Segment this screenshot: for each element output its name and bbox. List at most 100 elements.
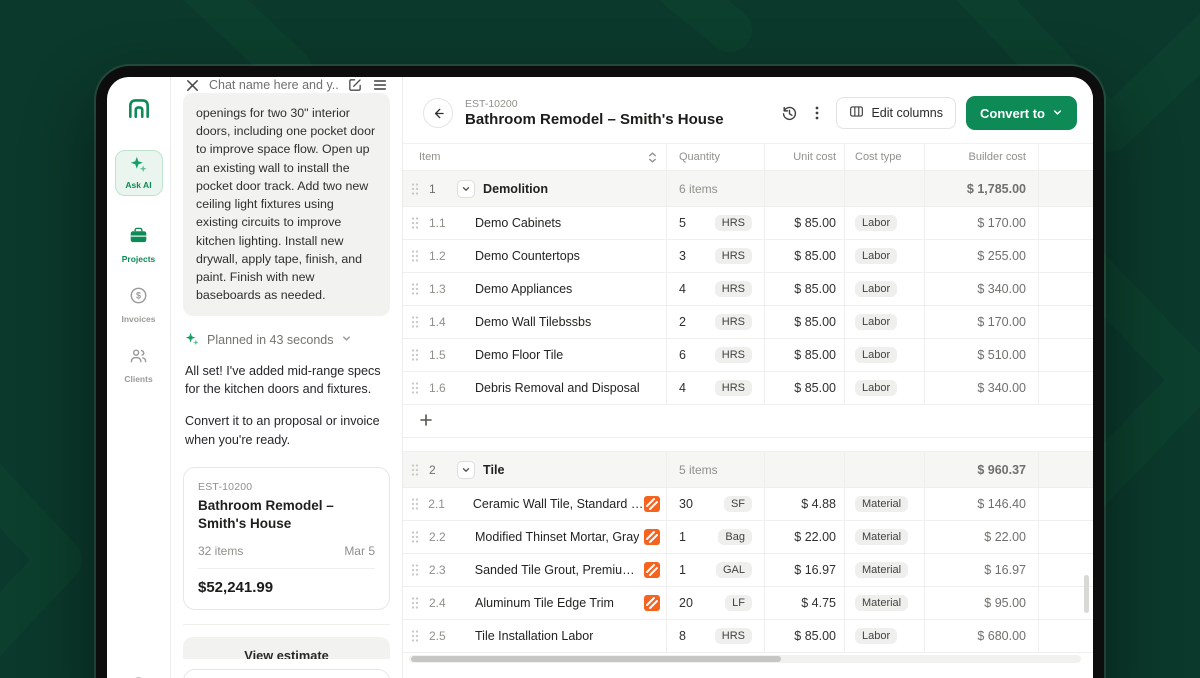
item-name[interactable]: Demo Countertops <box>475 249 580 263</box>
cost-type-badge[interactable]: Material <box>855 529 908 545</box>
cost-type-badge[interactable]: Labor <box>855 215 897 231</box>
table-row[interactable]: 2.2 Modified Thinset Mortar, Gray 1 Bag … <box>403 521 1093 554</box>
quantity-value[interactable]: 4 <box>679 381 686 395</box>
drag-handle-icon[interactable] <box>411 249 425 263</box>
cost-type-badge[interactable]: Labor <box>855 314 897 330</box>
table-row[interactable]: 2.4 Aluminum Tile Edge Trim 20 LF $ 4.75… <box>403 587 1093 620</box>
vendor-icon[interactable] <box>644 496 660 512</box>
cost-type-badge[interactable]: Labor <box>855 281 897 297</box>
quantity-value[interactable]: 20 <box>679 596 693 610</box>
horizontal-scrollbar[interactable] <box>409 655 1081 663</box>
unit-cost-value[interactable]: $ 85.00 <box>794 216 836 230</box>
unit-badge[interactable]: HRS <box>715 347 752 363</box>
column-header-item[interactable]: Item <box>419 151 440 163</box>
item-name[interactable]: Aluminum Tile Edge Trim <box>475 596 614 610</box>
cost-type-badge[interactable]: Material <box>855 595 908 611</box>
close-icon[interactable] <box>185 78 200 93</box>
quantity-value[interactable]: 30 <box>679 497 693 511</box>
drag-handle-icon[interactable] <box>411 216 425 230</box>
vendor-icon[interactable] <box>644 529 660 545</box>
drag-handle-icon[interactable] <box>411 596 425 610</box>
unit-cost-value[interactable]: $ 4.88 <box>801 497 836 511</box>
drag-handle-icon[interactable] <box>411 463 425 477</box>
kebab-menu-icon[interactable] <box>810 105 824 121</box>
ask-ai-input[interactable]: Ask Handoff AI <box>183 669 390 678</box>
cost-type-badge[interactable]: Material <box>855 562 908 578</box>
column-header-cost-type[interactable]: Cost type <box>855 151 901 163</box>
vendor-icon[interactable] <box>644 562 660 578</box>
unit-cost-value[interactable]: $ 16.97 <box>794 563 836 577</box>
unit-cost-value[interactable]: $ 4.75 <box>801 596 836 610</box>
menu-icon[interactable] <box>372 77 388 93</box>
vertical-scrollbar-thumb[interactable] <box>1084 575 1089 613</box>
quantity-value[interactable]: 4 <box>679 282 686 296</box>
sidebar-item-projects[interactable]: Projects <box>122 226 156 264</box>
collapse-all-icon[interactable] <box>647 151 658 164</box>
drag-handle-icon[interactable] <box>411 381 425 395</box>
edit-columns-button[interactable]: Edit columns <box>836 97 956 129</box>
unit-badge[interactable]: HRS <box>715 215 752 231</box>
unit-cost-value[interactable]: $ 85.00 <box>794 629 836 643</box>
item-name[interactable]: Modified Thinset Mortar, Gray <box>475 530 639 544</box>
drag-handle-icon[interactable] <box>411 348 425 362</box>
new-chat-icon[interactable] <box>347 77 363 93</box>
column-header-unit-cost[interactable]: Unit cost <box>793 151 836 163</box>
group-collapse-chevron[interactable] <box>457 180 475 198</box>
history-icon[interactable] <box>781 105 798 122</box>
drag-handle-icon[interactable] <box>411 629 425 643</box>
quantity-value[interactable]: 3 <box>679 249 686 263</box>
unit-badge[interactable]: HRS <box>715 628 752 644</box>
item-name[interactable]: Debris Removal and Disposal <box>475 381 640 395</box>
drag-handle-icon[interactable] <box>411 530 425 544</box>
quantity-value[interactable]: 8 <box>679 629 686 643</box>
unit-badge[interactable]: GAL <box>716 562 752 578</box>
unit-cost-value[interactable]: $ 85.00 <box>794 348 836 362</box>
sidebar-item-invoices[interactable]: $ Invoices <box>121 286 155 324</box>
unit-badge[interactable]: SF <box>724 496 752 512</box>
sidebar-item-clients[interactable]: Clients <box>124 346 152 384</box>
group-header-row[interactable]: 2 Tile 5 items $ 960.37 <box>403 452 1093 488</box>
add-item-row[interactable] <box>403 405 1093 438</box>
quantity-value[interactable]: 1 <box>679 530 686 544</box>
planned-status-row[interactable]: Planned in 43 seconds <box>185 332 388 349</box>
item-name[interactable]: Demo Wall Tilebssbs <box>475 315 591 329</box>
cost-type-badge[interactable]: Labor <box>855 347 897 363</box>
drag-handle-icon[interactable] <box>411 182 425 196</box>
view-estimate-button[interactable]: View estimate <box>183 637 390 659</box>
group-header-row[interactable]: 1 Demolition 6 items $ 1,785.00 <box>403 171 1093 207</box>
horizontal-scrollbar-thumb[interactable] <box>411 656 781 662</box>
app-logo-icon[interactable] <box>126 95 152 126</box>
unit-badge[interactable]: HRS <box>715 281 752 297</box>
table-row[interactable]: 2.1 Ceramic Wall Tile, Standard G… 30 SF… <box>403 488 1093 521</box>
table-row[interactable]: 2.5 Tile Installation Labor 8 HRS $ 85.0… <box>403 620 1093 653</box>
item-name[interactable]: Demo Floor Tile <box>475 348 563 362</box>
chevron-down-icon[interactable] <box>341 333 352 347</box>
table-row[interactable]: 2.3 Sanded Tile Grout, Premium… 1 GAL $ … <box>403 554 1093 587</box>
item-name[interactable]: Demo Cabinets <box>475 216 561 230</box>
table-row[interactable]: 1.1 Demo Cabinets 5 HRS $ 85.00 Labor $ … <box>403 207 1093 240</box>
table-row[interactable]: 1.3 Demo Appliances 4 HRS $ 85.00 Labor … <box>403 273 1093 306</box>
unit-cost-value[interactable]: $ 85.00 <box>794 315 836 329</box>
drag-handle-icon[interactable] <box>411 315 425 329</box>
drag-handle-icon[interactable] <box>411 282 425 296</box>
quantity-value[interactable]: 5 <box>679 216 686 230</box>
item-name[interactable]: Sanded Tile Grout, Premium… <box>475 563 644 577</box>
drag-handle-icon[interactable] <box>411 563 425 577</box>
table-row[interactable]: 1.4 Demo Wall Tilebssbs 2 HRS $ 85.00 La… <box>403 306 1093 339</box>
table-row[interactable]: 1.5 Demo Floor Tile 6 HRS $ 85.00 Labor … <box>403 339 1093 372</box>
estimate-card[interactable]: EST-10200 Bathroom Remodel – Smith's Hou… <box>183 467 390 609</box>
drag-handle-icon[interactable] <box>411 497 424 511</box>
unit-badge[interactable]: Bag <box>718 529 752 545</box>
column-header-quantity[interactable]: Quantity <box>679 151 720 163</box>
unit-badge[interactable]: LF <box>725 595 752 611</box>
unit-cost-value[interactable]: $ 85.00 <box>794 249 836 263</box>
quantity-value[interactable]: 2 <box>679 315 686 329</box>
table-row[interactable]: 1.6 Debris Removal and Disposal 4 HRS $ … <box>403 372 1093 405</box>
unit-badge[interactable]: HRS <box>715 248 752 264</box>
unit-cost-value[interactable]: $ 85.00 <box>794 381 836 395</box>
unit-badge[interactable]: HRS <box>715 380 752 396</box>
sidebar-item-ask-ai[interactable]: Ask AI <box>115 150 163 196</box>
vendor-icon[interactable] <box>644 595 660 611</box>
item-name[interactable]: Tile Installation Labor <box>475 629 593 643</box>
unit-cost-value[interactable]: $ 85.00 <box>794 282 836 296</box>
